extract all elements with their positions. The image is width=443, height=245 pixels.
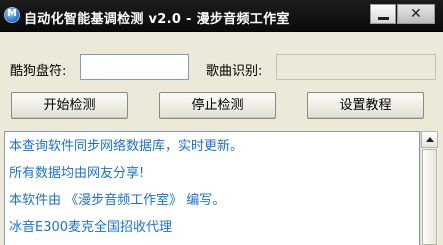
- log-line: 本查询软件同步网络数据库，实时更新。: [9, 139, 244, 154]
- log-scrollbar[interactable]: [420, 131, 438, 245]
- window-title: 自动化智能基调检测 v2.0 - 漫步音频工作室: [24, 12, 290, 27]
- minimize-icon: [378, 17, 389, 20]
- close-button[interactable]: ✕: [397, 4, 435, 24]
- close-icon: ✕: [410, 6, 422, 22]
- title-bar: 自动化智能基调检测 v2.0 - 漫步音频工作室 ✕: [0, 0, 443, 32]
- log-line: 所有数据均由网友分享!: [9, 166, 145, 181]
- main-panel: 酷狗盘符: 歌曲识别: 开始检测 停止检测 设置教程 本查询软件同步网络数据库，…: [0, 32, 443, 245]
- scroll-thumb[interactable]: [422, 149, 437, 245]
- log-text-area[interactable]: 本查询软件同步网络数据库，实时更新。 所有数据均由网友分享! 本软件由 《漫步音…: [4, 131, 420, 245]
- recognition-label: 歌曲识别:: [206, 64, 263, 79]
- drive-input[interactable]: [80, 54, 189, 80]
- stop-detect-button[interactable]: 停止检测: [159, 92, 276, 119]
- drive-label: 酷狗盘符:: [10, 64, 67, 79]
- minimize-button[interactable]: [370, 4, 396, 24]
- settings-tutorial-button[interactable]: 设置教程: [307, 92, 424, 119]
- app-logo-icon: [4, 7, 20, 23]
- recognition-field: [276, 54, 436, 80]
- log-line: 冰音E300麦克全国招收代理: [9, 220, 173, 235]
- start-detect-button[interactable]: 开始检测: [11, 92, 128, 119]
- log-line: 本软件由 《漫步音频工作室》 编写。: [9, 193, 226, 208]
- scroll-up-arrow-icon[interactable]: [421, 131, 438, 148]
